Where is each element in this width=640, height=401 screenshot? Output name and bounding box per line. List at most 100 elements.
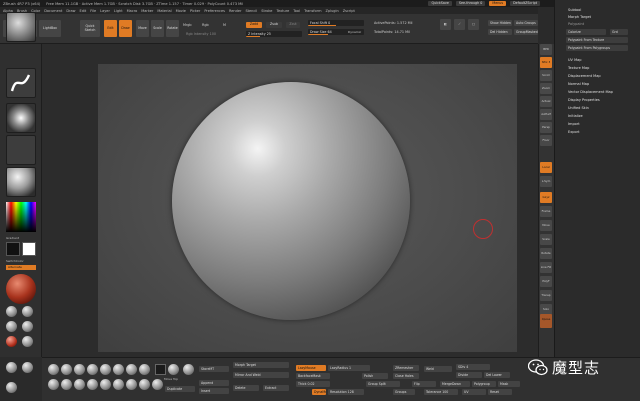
rotate-button[interactable]: Rotate bbox=[166, 20, 179, 37]
menu-zplugin[interactable]: Zplugin bbox=[325, 9, 338, 13]
aahalf-button[interactable]: AAHalf bbox=[540, 109, 552, 120]
menu-movie[interactable]: Movie bbox=[176, 9, 186, 13]
menu-layer[interactable]: Layer bbox=[100, 9, 110, 13]
import-menu[interactable]: Import bbox=[568, 122, 580, 126]
menu-marker[interactable]: Marker bbox=[141, 9, 153, 13]
divide-button[interactable]: Divide bbox=[456, 372, 482, 378]
menu-stroke[interactable]: Stroke bbox=[261, 9, 272, 13]
delete-button[interactable]: Delete bbox=[233, 385, 259, 391]
subdivision-slider[interactable]: SDiv 4 bbox=[456, 364, 490, 370]
display-properties-menu[interactable]: Display Properties bbox=[568, 98, 600, 102]
del-lower-button[interactable]: Del Lower bbox=[484, 372, 510, 378]
menu-light[interactable]: Light bbox=[114, 9, 123, 13]
group-split-button[interactable]: Group Split bbox=[366, 381, 400, 387]
sculpt-sphere-mesh[interactable] bbox=[172, 82, 410, 320]
secondary-color-swatch[interactable] bbox=[22, 242, 36, 256]
move-view-button[interactable]: Move bbox=[540, 220, 552, 231]
menu-render[interactable]: Render bbox=[229, 9, 241, 13]
brush-pinch[interactable] bbox=[113, 364, 124, 375]
scale-button[interactable]: Scale bbox=[151, 20, 164, 37]
weld-button[interactable]: Weld bbox=[424, 366, 452, 372]
colorize-button[interactable]: Colorize bbox=[566, 29, 606, 35]
export-menu[interactable]: Export bbox=[568, 130, 579, 134]
bpr-button[interactable]: BPR bbox=[540, 44, 552, 55]
transp-button[interactable]: Transp bbox=[540, 290, 552, 301]
local-button[interactable]: Local bbox=[540, 162, 552, 173]
mat-matcap-red[interactable] bbox=[6, 336, 17, 347]
lazyradius-slider[interactable]: LazyRadius 1 bbox=[328, 365, 370, 371]
move-button[interactable]: Move bbox=[136, 20, 149, 37]
append-button[interactable]: Append bbox=[199, 380, 229, 386]
show-hidden-button[interactable]: Show Hidden bbox=[488, 20, 512, 26]
brush-slot-6[interactable] bbox=[113, 379, 124, 390]
select-rect-icon[interactable]: ▢ bbox=[468, 19, 479, 30]
default-zscript-button[interactable]: DefaultZScript bbox=[510, 1, 540, 6]
menu-stencil[interactable]: Stencil bbox=[245, 9, 257, 13]
dynamesh-button[interactable]: DynaMesh bbox=[312, 389, 326, 395]
lazymouse-button[interactable]: LazyMouse bbox=[296, 365, 326, 371]
brush-stroke-icon[interactable]: ⟋ bbox=[454, 19, 465, 30]
brush-slot-1[interactable] bbox=[48, 379, 59, 390]
brush-standard[interactable] bbox=[61, 364, 72, 375]
mat-basicmat[interactable] bbox=[22, 321, 33, 332]
groups-button[interactable]: Groups bbox=[393, 389, 415, 395]
brush-inflate[interactable] bbox=[100, 364, 111, 375]
polypaint-from-polygroups-button[interactable]: Polypaint From Polygroups bbox=[566, 45, 628, 51]
reset-button[interactable]: Reset bbox=[488, 389, 512, 395]
brush-slot-4[interactable] bbox=[87, 379, 98, 390]
brush-slot-5[interactable] bbox=[100, 379, 111, 390]
mat-matcap-gray[interactable] bbox=[22, 306, 33, 317]
brush-slot-2[interactable] bbox=[61, 379, 72, 390]
m-toggle[interactable]: M bbox=[223, 23, 226, 27]
brush-slot-7[interactable] bbox=[126, 379, 137, 390]
mat-hilite[interactable] bbox=[22, 362, 33, 373]
polish-button[interactable]: Polish bbox=[362, 373, 388, 379]
focal-shift-slider[interactable]: Focal Shift 0 bbox=[308, 20, 364, 26]
polyf-button[interactable]: PolyF bbox=[540, 276, 552, 287]
polypaint-menu[interactable]: Polypaint bbox=[568, 22, 584, 26]
brush-claybuildup[interactable] bbox=[48, 364, 59, 375]
close-holes-button[interactable]: Close Holes bbox=[393, 373, 419, 379]
brush-move-top[interactable] bbox=[168, 364, 179, 375]
lsym-button[interactable]: L.Sym bbox=[540, 176, 552, 187]
insert-button[interactable]: Insert bbox=[199, 388, 229, 394]
alpha-selector[interactable] bbox=[6, 103, 36, 133]
group-masked-button[interactable]: GroupMasked bbox=[514, 29, 538, 35]
duplicate-button[interactable]: Duplicate bbox=[165, 386, 195, 392]
frame-button[interactable]: Frame bbox=[540, 206, 552, 217]
normal-map-menu[interactable]: Normal Map bbox=[568, 82, 589, 86]
menu-transform[interactable]: Transform bbox=[304, 9, 321, 13]
menu-preferences[interactable]: Preferences bbox=[204, 9, 225, 13]
brush-slot-3[interactable] bbox=[74, 379, 85, 390]
displacement-map-menu[interactable]: Displacement Map bbox=[568, 74, 601, 78]
brush-damstandard[interactable] bbox=[74, 364, 85, 375]
texture-selector[interactable] bbox=[6, 135, 36, 165]
brush-smooth[interactable] bbox=[139, 364, 150, 375]
mat-chrome[interactable] bbox=[22, 336, 33, 347]
brush-trimdynamic[interactable] bbox=[126, 364, 137, 375]
menu-file[interactable]: File bbox=[90, 9, 96, 13]
vector-displacement-map-menu[interactable]: Vector Displacement Map bbox=[568, 90, 613, 94]
extract-button[interactable]: Extract bbox=[263, 385, 289, 391]
linefill-button[interactable]: Line Fill bbox=[540, 262, 552, 273]
subtool-menu[interactable]: Subtool bbox=[568, 8, 581, 12]
menu-zscript[interactable]: Zscript bbox=[343, 9, 355, 13]
floor-button[interactable]: Floor bbox=[540, 135, 552, 146]
flip-button[interactable]: Flip bbox=[412, 381, 436, 387]
material-selector[interactable] bbox=[6, 167, 36, 197]
auto-groups-button[interactable]: Auto Groups bbox=[514, 20, 538, 26]
stroke-selector[interactable] bbox=[6, 68, 36, 98]
store-mt-button[interactable]: StoreMT bbox=[199, 366, 229, 372]
brush-dynamic[interactable] bbox=[183, 364, 194, 375]
zremesher-button[interactable]: ZRemesher bbox=[393, 365, 419, 371]
quicksave-button[interactable]: QuickSave bbox=[428, 1, 452, 6]
xpose-button[interactable]: Xpose bbox=[540, 314, 552, 328]
morph-target-slider[interactable]: Morph Target bbox=[233, 362, 289, 368]
quick-sketch-button[interactable]: Quick Sketch bbox=[80, 20, 100, 37]
gradient-label[interactable]: Gradient bbox=[6, 236, 19, 240]
mat-skinshade4[interactable] bbox=[6, 306, 17, 317]
zadd-button[interactable]: Zadd bbox=[246, 22, 262, 28]
edit-button[interactable]: Edit bbox=[104, 20, 117, 37]
menu-picker[interactable]: Picker bbox=[190, 9, 200, 13]
menus-button[interactable]: Menus bbox=[489, 1, 507, 6]
